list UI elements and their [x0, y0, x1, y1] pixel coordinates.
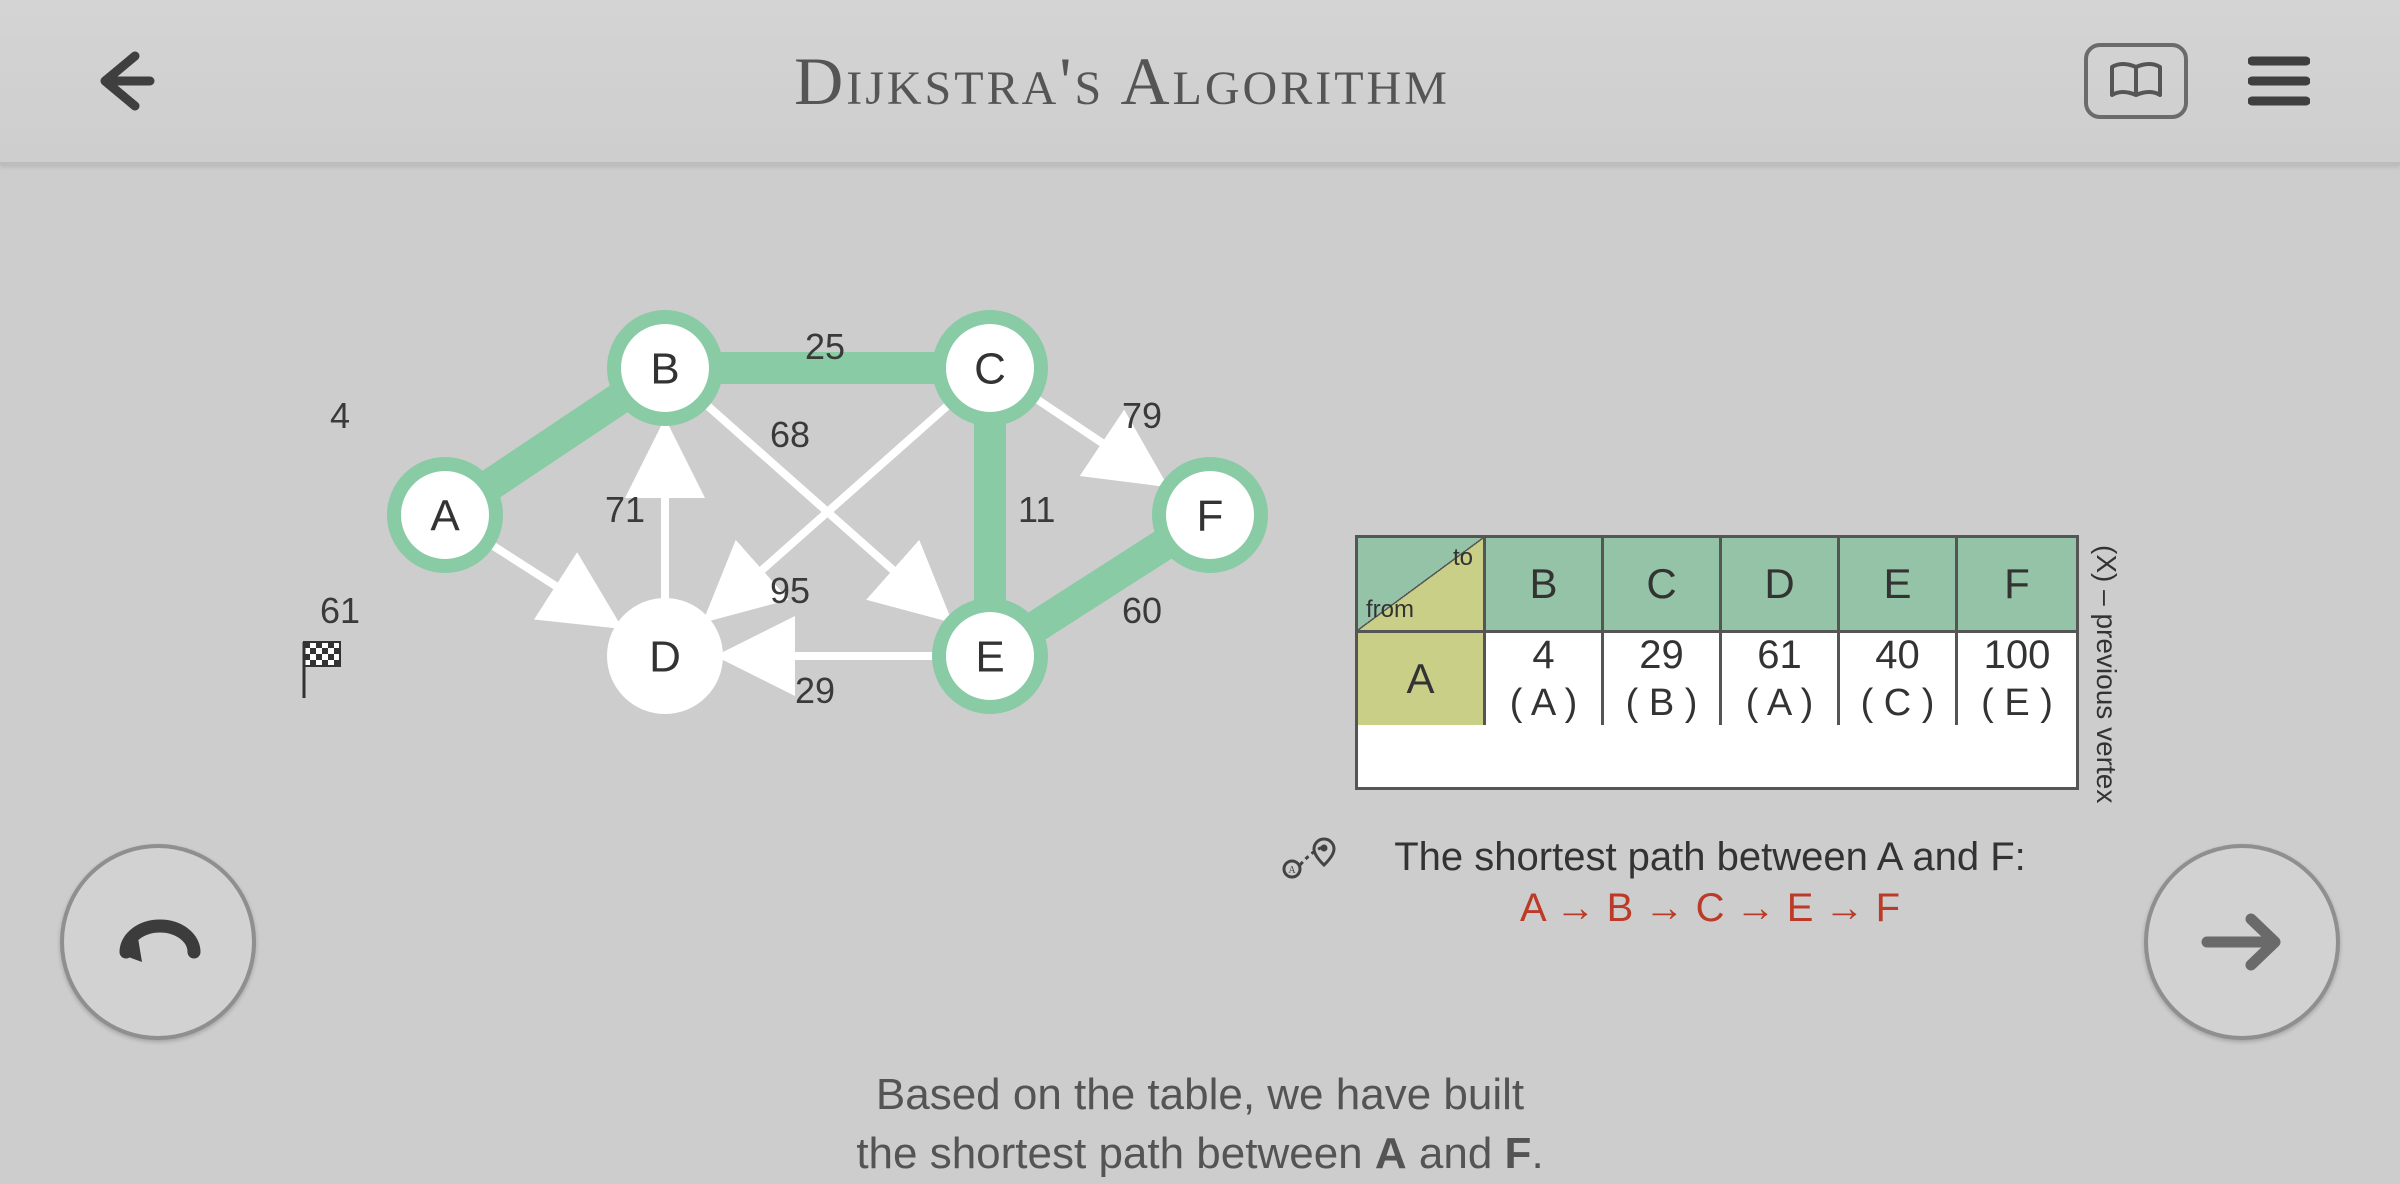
- svg-text:71: 71: [605, 489, 645, 530]
- data-cell: 61( A ): [1722, 633, 1840, 725]
- svg-text:C: C: [974, 345, 1006, 394]
- page-title: Dijkstra's Algorithm: [794, 42, 1450, 121]
- svg-text:95: 95: [770, 570, 810, 611]
- col-header: D: [1722, 538, 1840, 630]
- svg-text:68: 68: [770, 414, 810, 455]
- path-label: The shortest path between A and F:: [1270, 835, 2150, 880]
- svg-text:A: A: [430, 492, 460, 541]
- undo-icon: [108, 902, 208, 982]
- col-header: B: [1486, 538, 1604, 630]
- graph-node-E[interactable]: E: [932, 598, 1048, 714]
- col-header: F: [1958, 538, 2076, 630]
- back-button[interactable]: [90, 46, 160, 116]
- data-cell: 100( E ): [1958, 633, 2076, 725]
- svg-text:D: D: [649, 633, 681, 682]
- graph-node-A[interactable]: A: [387, 457, 503, 573]
- svg-text:11: 11: [1018, 489, 1055, 530]
- data-cell: 4( A ): [1486, 633, 1604, 725]
- book-icon: [2108, 61, 2164, 101]
- col-header: E: [1840, 538, 1958, 630]
- svg-text:60: 60: [1122, 590, 1162, 631]
- arrow-right-icon: [2197, 907, 2287, 977]
- graph-node-F[interactable]: F: [1152, 457, 1268, 573]
- svg-text:F: F: [1197, 492, 1224, 541]
- undo-button[interactable]: [60, 844, 256, 1040]
- hamburger-icon: [2248, 55, 2310, 107]
- svg-text:29: 29: [795, 670, 835, 711]
- row-header: A: [1358, 633, 1486, 725]
- step-caption: Based on the table, we have built the sh…: [0, 1065, 2400, 1184]
- menu-button[interactable]: [2248, 55, 2310, 107]
- col-header: C: [1604, 538, 1722, 630]
- svg-text:61: 61: [320, 590, 360, 631]
- path-description: The shortest path between A and F: A → B…: [1270, 835, 2150, 931]
- path-result: A → B → C → E → F: [1270, 886, 2150, 931]
- app-header: Dijkstra's Algorithm: [0, 0, 2400, 165]
- svg-text:B: B: [650, 345, 679, 394]
- svg-text:79: 79: [1122, 395, 1162, 436]
- graph-diagram: A B C D E F 4 61 25 68 71 95 11 79 29 60: [290, 185, 1290, 785]
- data-cell: 29( B ): [1604, 633, 1722, 725]
- graph-node-D[interactable]: D: [607, 598, 723, 714]
- graph-node-C[interactable]: C: [932, 310, 1048, 426]
- legend-text: (X) – previous vertex: [2090, 545, 2122, 803]
- svg-text:4: 4: [330, 395, 350, 436]
- dijkstra-table: to from B C D E F A 4( A ) 29( B ) 61( A…: [1355, 535, 2079, 790]
- data-cell: 40( C ): [1840, 633, 1958, 725]
- main-area: ABCDEF 4612568719511792960 to from B C D…: [0, 165, 2400, 1080]
- next-button[interactable]: [2144, 844, 2340, 1040]
- svg-text:25: 25: [805, 326, 845, 367]
- table-corner: to from: [1358, 538, 1486, 630]
- book-button[interactable]: [2084, 43, 2188, 119]
- svg-text:E: E: [975, 633, 1004, 682]
- graph-node-B[interactable]: B: [607, 310, 723, 426]
